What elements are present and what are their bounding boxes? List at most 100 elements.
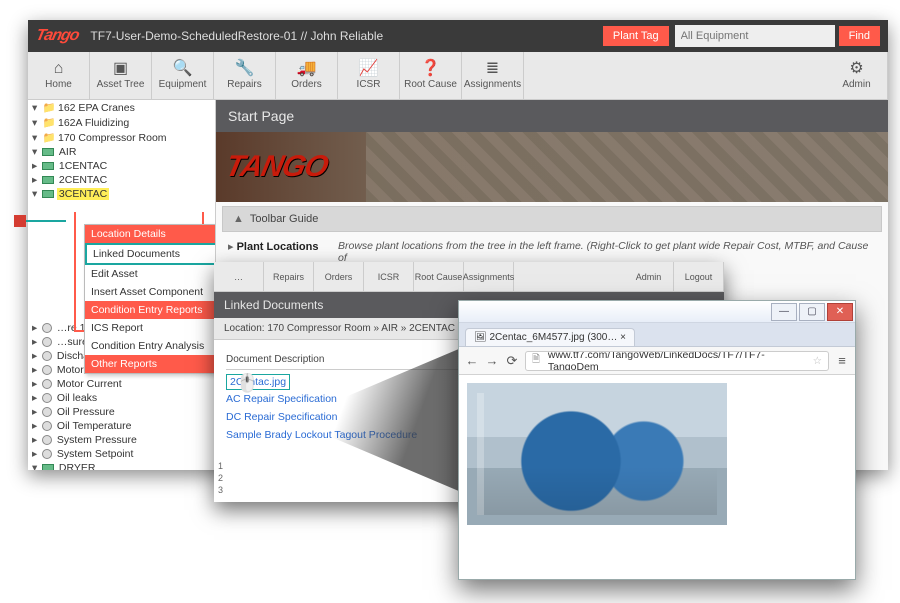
ld-num[interactable]: 2 — [218, 472, 223, 484]
ctx-location-details[interactable]: Location Details — [85, 225, 216, 243]
tree-node[interactable]: ▾📁162A Fluidizing — [28, 115, 215, 130]
banner: TANGO — [216, 132, 888, 202]
toolbar-label: Asset Tree — [97, 79, 145, 90]
tree-node[interactable]: ▸ 2CENTAC — [28, 173, 215, 187]
ctx-linked-documents[interactable]: Linked Documents — [85, 243, 216, 265]
page-icon: 🗎 — [532, 352, 544, 369]
main-toolbar: ⌂ Home ▣Asset Tree 🔍Equipment 🔧 Repairs 🚚O… — [28, 52, 888, 100]
asset-tree-pane[interactable]: ▾📁162 EPA Cranes ▾📁162A Fluidizing ▾📁170… — [28, 100, 216, 470]
star-icon[interactable]: ☆ — [813, 355, 822, 367]
ctx-ics-report[interactable]: ICS Report — [85, 319, 216, 337]
gauge-icon — [42, 323, 52, 333]
ld-tb-icsr[interactable]: ICSR — [364, 262, 414, 291]
toolbar-guide-accordion[interactable]: ▲ Toolbar Guide — [222, 206, 882, 232]
toolbar-label: Orders — [291, 79, 322, 90]
ld-tb-item[interactable]: … — [214, 262, 264, 291]
browser-address-bar: ← → ⟳ 🗎 www.tf7.com/TangoWeb/LinkedDocs/… — [459, 347, 855, 375]
tab-title: 2Centac_6M4577.jpg (300… — [489, 332, 617, 343]
ld-tb-spacer — [514, 262, 624, 291]
ctx-insert-asset-component[interactable]: Insert Asset Component — [85, 283, 216, 301]
top-bar: Tango TF7-User-Demo-ScheduledRestore-01 … — [28, 20, 888, 52]
ctx-other-reports[interactable]: Other Reports — [85, 355, 216, 373]
gauge-icon — [42, 393, 52, 403]
tree-node[interactable]: ▸ Motor Current — [28, 377, 215, 391]
tree-node[interactable]: ▸ Oil Pressure — [28, 405, 215, 419]
nav-back-icon[interactable]: ← — [465, 353, 479, 368]
gauge-icon — [42, 365, 52, 375]
linked-image — [467, 383, 727, 525]
browser-body — [459, 375, 855, 579]
toolbar-label: ICSR — [357, 79, 381, 90]
plant-locations-title: Plant Locations — [228, 240, 338, 264]
toolbar-asset-tree[interactable]: ▣Asset Tree — [90, 52, 152, 99]
ld-tb-admin[interactable]: Admin — [624, 262, 674, 291]
toolbar-repairs[interactable]: 🔧 Repairs — [214, 52, 276, 99]
close-button[interactable]: ✕ — [827, 303, 853, 321]
gear-icon: ⚙ — [849, 61, 863, 77]
gauge-icon — [42, 435, 52, 445]
file-icon: 🖼 — [474, 332, 487, 343]
nav-forward-icon[interactable]: → — [485, 353, 499, 368]
plant-locations-hint: Browse plant locations from the tree in … — [338, 240, 876, 264]
ld-tb-orders[interactable]: Orders — [314, 262, 364, 291]
ld-page-numbers: 1 2 3 — [218, 460, 223, 496]
tree-node[interactable]: ▸ Oil leaks — [28, 391, 215, 405]
ctx-edit-asset[interactable]: Edit Asset — [85, 265, 216, 283]
browser-titlebar: — ▢ ✕ — [459, 301, 855, 323]
callout-connector — [26, 220, 66, 222]
ld-tb-root-cause[interactable]: Root Cause — [414, 262, 464, 291]
list-icon: ≣ — [486, 61, 499, 77]
tree-node-dryer[interactable]: ▾ DRYER — [28, 461, 215, 470]
ld-doc-link-highlight[interactable]: 2Centac.jpg — [226, 374, 290, 390]
plant-tag-button[interactable]: Plant Tag — [603, 26, 669, 46]
machine-icon — [42, 162, 54, 170]
tree-node-air[interactable]: ▾ AIR — [28, 145, 215, 159]
toolbar-icsr[interactable]: 📈ICSR — [338, 52, 400, 99]
toolbar-assignments[interactable]: ≣ Assignments — [462, 52, 524, 99]
wrench-icon: 🔧 — [235, 61, 255, 77]
reload-icon[interactable]: ⟳ — [505, 353, 519, 369]
find-button[interactable]: Find — [839, 26, 880, 46]
equipment-search-input[interactable] — [675, 25, 835, 47]
gauge-icon — [42, 351, 52, 361]
tree-node[interactable]: ▾📁170 Compressor Room — [28, 130, 215, 145]
toolbar-home[interactable]: ⌂ Home — [28, 52, 90, 99]
toolbar-spacer — [524, 52, 826, 99]
ctx-condition-entry-reports[interactable]: Condition Entry Reports — [85, 301, 216, 319]
callout-marker — [14, 215, 26, 227]
tree-node[interactable]: ▸ Oil Temperature — [28, 419, 215, 433]
home-icon: ⌂ — [54, 61, 64, 77]
ld-num[interactable]: 3 — [218, 484, 223, 496]
minimize-button[interactable]: — — [771, 303, 797, 321]
ld-tb-repairs[interactable]: Repairs — [264, 262, 314, 291]
tree-node-selected[interactable]: ▾ 3CENTAC — [28, 187, 215, 201]
toolbar-orders[interactable]: 🚚Orders — [276, 52, 338, 99]
toolbar-root-cause[interactable]: ❓Root Cause — [400, 52, 462, 99]
gauge-icon — [42, 449, 52, 459]
tree-node[interactable]: ▸ System Setpoint — [28, 447, 215, 461]
toolbar-equipment[interactable]: 🔍Equipment — [152, 52, 214, 99]
toolbar-label: Assignments — [464, 79, 521, 90]
window-buttons: — ▢ ✕ — [771, 303, 855, 321]
chevron-down-icon: ▲ — [233, 213, 244, 225]
tab-close-icon[interactable]: × — [620, 332, 626, 343]
toolbar-admin[interactable]: ⚙Admin — [826, 52, 888, 99]
question-icon: ❓ — [421, 61, 441, 77]
browser-tab[interactable]: 🖼 2Centac_6M4577.jpg (300… × — [465, 328, 635, 346]
tree-node[interactable]: ▸ 1CENTAC — [28, 159, 215, 173]
ld-num[interactable]: 1 — [218, 460, 223, 472]
ld-tb-assignments[interactable]: Assignments — [464, 262, 514, 291]
maximize-button[interactable]: ▢ — [799, 303, 825, 321]
ctx-condition-entry-analysis[interactable]: Condition Entry Analysis — [85, 337, 216, 355]
menu-icon[interactable]: ≡ — [835, 353, 849, 368]
tree-node[interactable]: ▸ System Pressure — [28, 433, 215, 447]
banner-logo: TANGO — [222, 150, 330, 184]
ld-tb-logout[interactable]: Logout — [674, 262, 724, 291]
toolbar-label: Repairs — [227, 79, 261, 90]
browser-tab-row: 🖼 2Centac_6M4577.jpg (300… × — [459, 323, 855, 347]
page-title: Start Page — [216, 100, 888, 132]
tree-node[interactable]: ▾📁162 EPA Cranes — [28, 100, 215, 115]
toolbar-label: Home — [45, 79, 72, 90]
url-field[interactable]: 🗎 www.tf7.com/TangoWeb/LinkedDocs/TF7/TF… — [525, 351, 829, 371]
gauge-icon — [42, 421, 52, 431]
